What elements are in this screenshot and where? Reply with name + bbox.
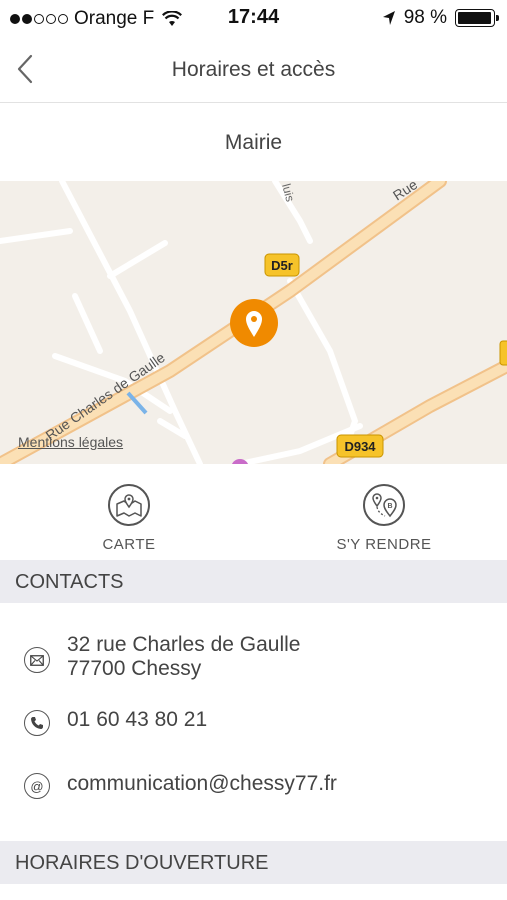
address-text: 32 rue Charles de Gaulle 77700 Chessy	[67, 633, 300, 681]
map-actions: CARTE B S'Y RENDRE	[0, 464, 507, 560]
email-address: communication@chessy77.fr	[67, 772, 337, 795]
status-bar-right: 98 %	[382, 7, 499, 29]
route-badge-partial	[499, 340, 507, 366]
address-line-1: 32 rue Charles de Gaulle	[67, 633, 301, 656]
battery-fill	[458, 12, 492, 24]
at-sign-icon: @	[24, 773, 50, 799]
map-icon	[108, 484, 150, 526]
directions-icon: B	[363, 484, 405, 526]
carte-label: CARTE	[102, 536, 156, 553]
location-pin-icon[interactable]	[230, 299, 278, 347]
opening-hours-section-header: HORAIRES D'OUVERTURE	[0, 841, 507, 884]
phone-number: 01 60 43 80 21	[67, 708, 208, 731]
battery-percent: 98 %	[403, 7, 447, 28]
map-canvas: Rue Charles de Gaulle Rue luis D5r D934	[0, 181, 507, 464]
address-line-2: 77700 Chessy	[67, 657, 202, 680]
directions-button[interactable]: B S'Y RENDRE	[304, 484, 464, 553]
svg-text:B: B	[387, 503, 392, 510]
svg-text:D5r: D5r	[271, 258, 293, 273]
map-street-fragment: luis	[279, 182, 297, 203]
legal-mentions-link[interactable]: Mentions légales	[18, 434, 123, 450]
battery-icon	[455, 9, 499, 27]
location-arrow-icon	[382, 11, 395, 25]
navigation-bar: Horaires et accès	[0, 36, 507, 103]
route-badge-d5r: D5r	[264, 253, 300, 277]
envelope-icon	[24, 647, 50, 673]
svg-text:D934: D934	[344, 439, 376, 454]
status-bar: Orange F 17:44 98 %	[0, 0, 507, 36]
place-name: Mairie	[224, 131, 283, 154]
carte-button[interactable]: CARTE	[49, 484, 209, 553]
map-view[interactable]: Rue Charles de Gaulle Rue luis D5r D934 …	[0, 181, 507, 464]
phone-icon	[24, 710, 50, 736]
route-badge-d934: D934	[336, 434, 384, 458]
bottom-area	[0, 884, 507, 900]
directions-label: S'Y RENDRE	[336, 536, 432, 553]
contacts-section-header: CONTACTS	[0, 560, 507, 603]
page-title: Horaires et accès	[171, 58, 336, 81]
